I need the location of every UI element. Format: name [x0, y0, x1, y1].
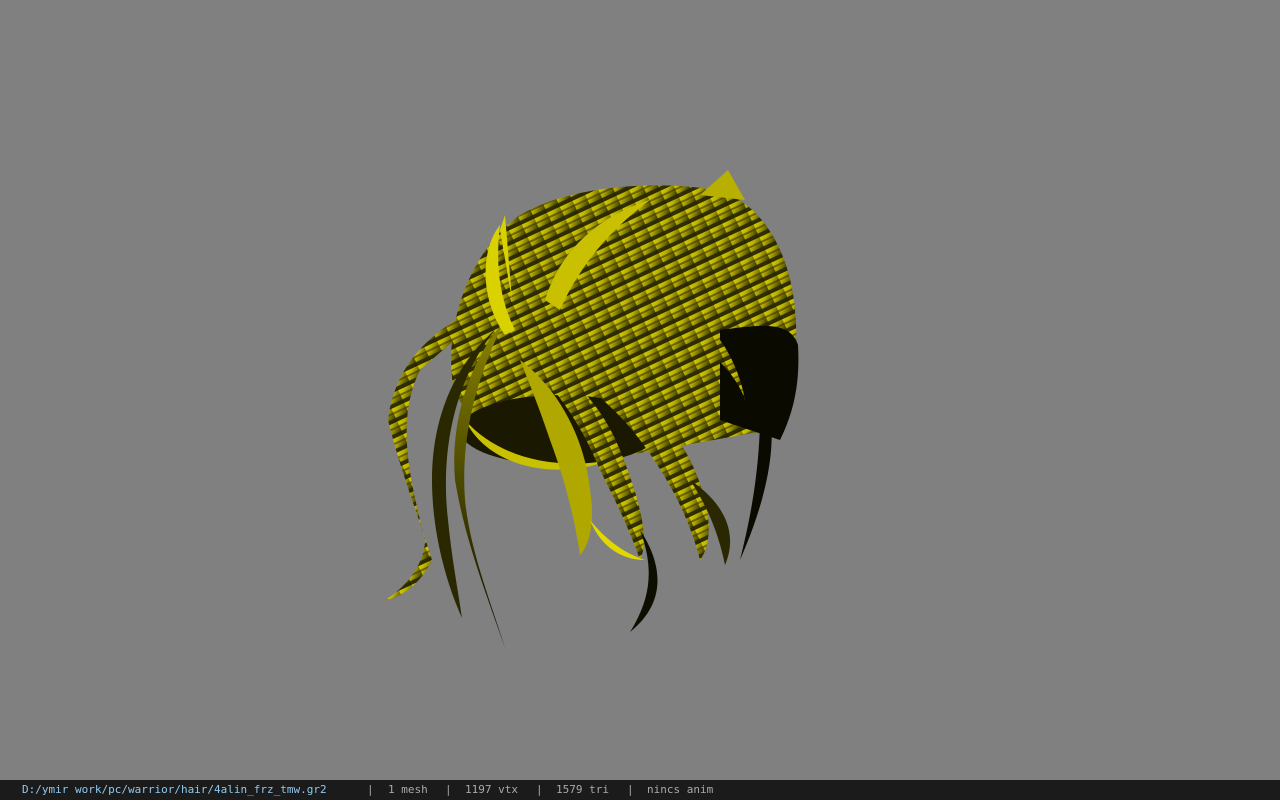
separator: |	[367, 783, 374, 796]
triangle-count: 1579 tri	[556, 783, 609, 796]
hair-model-render	[385, 170, 799, 648]
file-path: D:/ymir work/pc/warrior/hair/4alin_frz_t…	[22, 783, 327, 796]
separator: |	[627, 783, 634, 796]
animation-status: nincs anim	[647, 783, 714, 796]
mesh-count: 1 mesh	[388, 783, 428, 796]
3d-viewport[interactable]	[0, 0, 1280, 780]
status-bar: D:/ymir work/pc/warrior/hair/4alin_frz_t…	[0, 780, 1280, 800]
separator: |	[445, 783, 452, 796]
vertex-count: 1197 vtx	[465, 783, 518, 796]
separator: |	[536, 783, 543, 796]
